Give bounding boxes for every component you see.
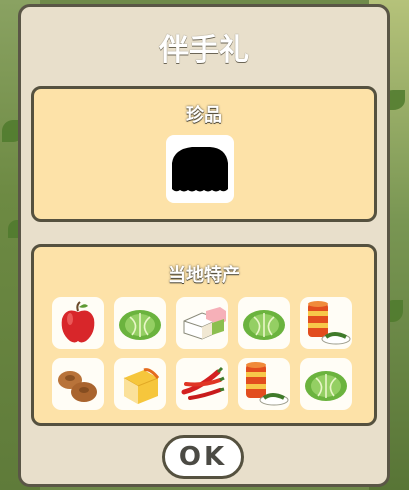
dialog-title: 伴手礼 — [159, 33, 249, 68]
specialty-item-tile[interactable] — [176, 297, 228, 349]
specialty-item-tile[interactable] — [176, 358, 228, 410]
specialty-item-tile[interactable] — [114, 297, 166, 349]
specialty-item-tile[interactable] — [300, 297, 352, 349]
dessert-icon — [183, 307, 226, 340]
rare-section-label: 珍品 — [186, 105, 222, 126]
rare-item-tile[interactable] — [166, 135, 234, 203]
specialty-item-tile[interactable] — [52, 297, 104, 349]
cabbage-icon — [305, 371, 347, 401]
rare-items-section: 珍品 — [31, 86, 377, 222]
specialty-item-tile[interactable] — [52, 358, 104, 410]
cheese-icon — [123, 368, 160, 404]
apple-icon — [61, 301, 95, 343]
specialty-item-tile[interactable] — [300, 358, 352, 410]
ok-button[interactable]: OK — [162, 435, 244, 479]
cabbage-icon — [243, 310, 285, 340]
bun-icon — [58, 371, 97, 402]
unknown-silhouette-icon — [172, 147, 228, 192]
specialty-item-tile[interactable] — [114, 358, 166, 410]
canned-food-icon — [246, 362, 289, 406]
specialty-item-tile[interactable] — [238, 297, 290, 349]
local-section-label: 当地特产 — [168, 265, 240, 286]
specialty-item-tile[interactable] — [238, 358, 290, 410]
local-specialties-section: 当地特产 — [31, 244, 377, 426]
chili-pepper-icon — [181, 366, 225, 400]
souvenir-dialog: 伴手礼 珍品 当地特产 OK — [18, 4, 390, 487]
cabbage-icon — [119, 310, 161, 340]
canned-food-icon — [308, 301, 351, 345]
